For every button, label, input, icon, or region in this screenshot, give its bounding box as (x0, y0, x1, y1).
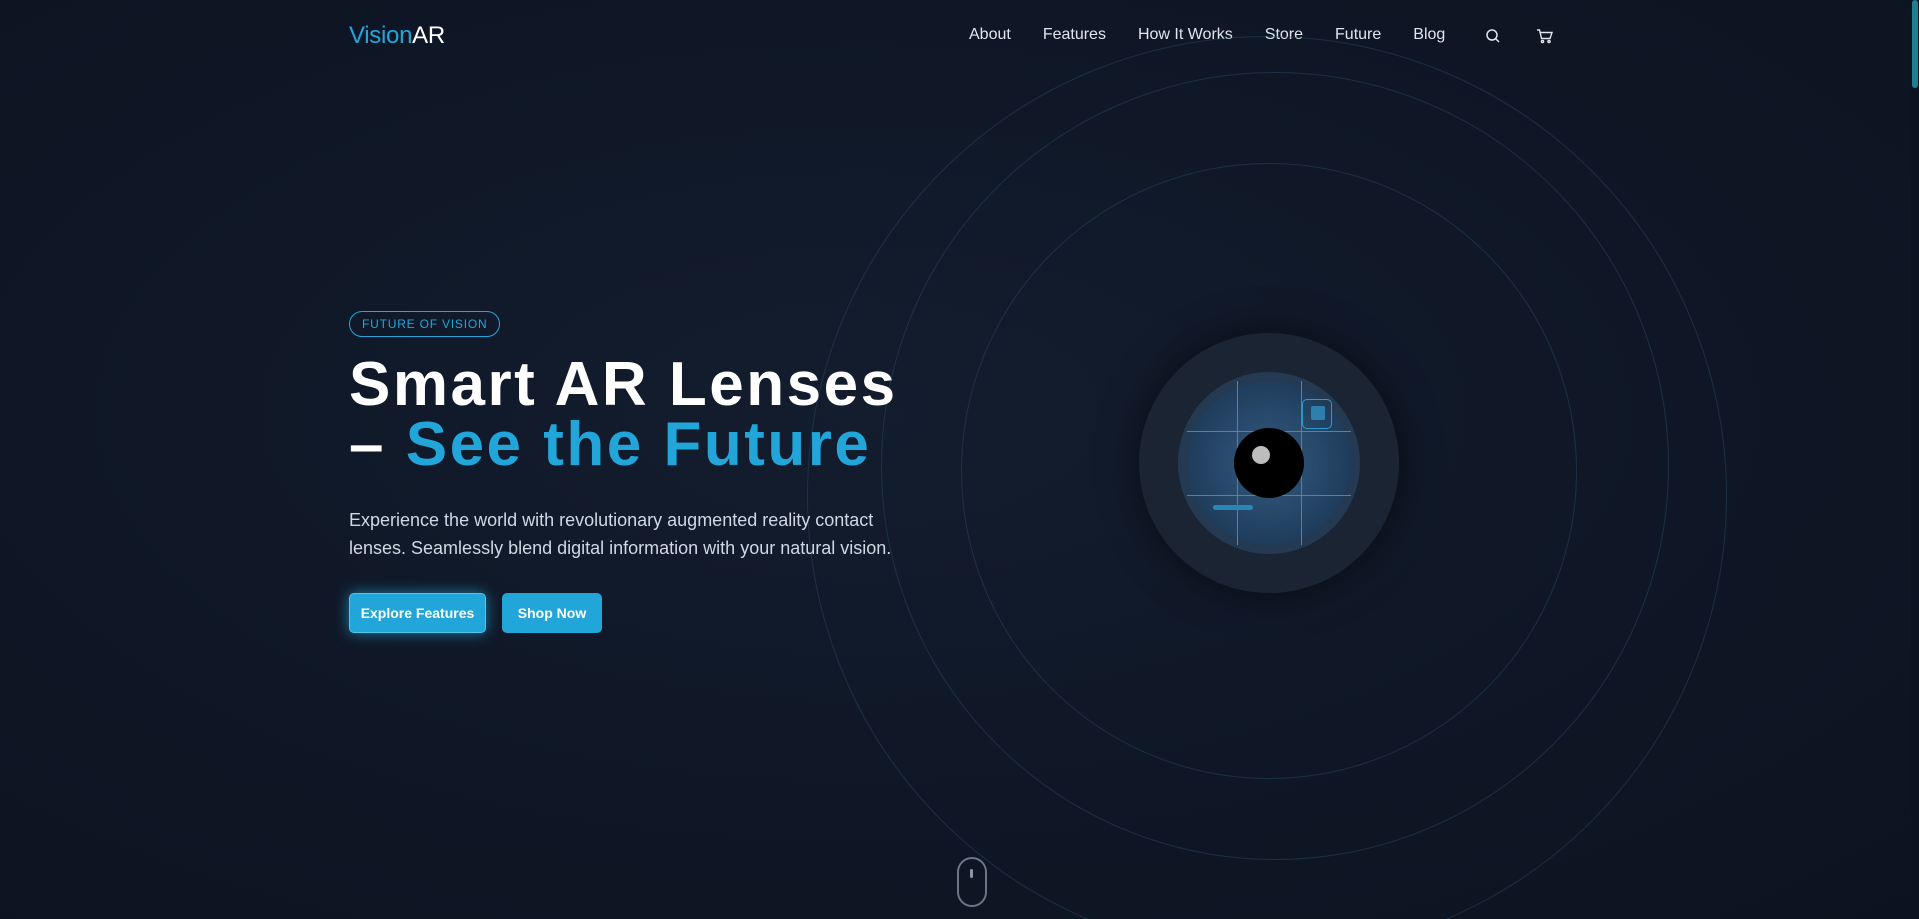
navbar: VisionAR About Features How It Works Sto… (0, 0, 1919, 72)
nav-link-about[interactable]: About (969, 26, 1011, 44)
hud-box-inner (1311, 406, 1325, 420)
hero-description: Experience the world with revolutionary … (349, 510, 892, 558)
lens-glint (1252, 446, 1270, 464)
cart-icon[interactable] (1535, 26, 1555, 46)
scroll-mouse-icon[interactable] (957, 857, 987, 907)
explore-features-button[interactable]: Explore Features (349, 593, 486, 633)
logo-ar-text: AR (412, 22, 445, 49)
lens-pupil (1234, 428, 1304, 498)
shop-now-button[interactable]: Shop Now (502, 593, 602, 633)
search-icon[interactable] (1483, 26, 1503, 46)
hero-headline: Smart AR Lenses – See the Future (349, 354, 969, 476)
scrollbar-thumb[interactable] (1912, 0, 1918, 88)
hud-bar (1213, 505, 1253, 510)
headline-dash: – (349, 410, 406, 479)
scrollbar-track[interactable] (1911, 0, 1919, 919)
headline-line1: Smart AR Lenses (349, 350, 898, 419)
hero-badge: FUTURE OF VISION (349, 311, 501, 337)
logo[interactable]: VisionAR (349, 22, 445, 50)
page: VisionAR About Features How It Works Sto… (0, 0, 1919, 919)
scroll-wheel-indicator (970, 869, 973, 878)
nav-link-features[interactable]: Features (1043, 26, 1106, 44)
nav-link-blog[interactable]: Blog (1413, 26, 1445, 44)
logo-vision-text: Vision (349, 22, 413, 49)
headline-accent: See the Future (405, 410, 872, 479)
